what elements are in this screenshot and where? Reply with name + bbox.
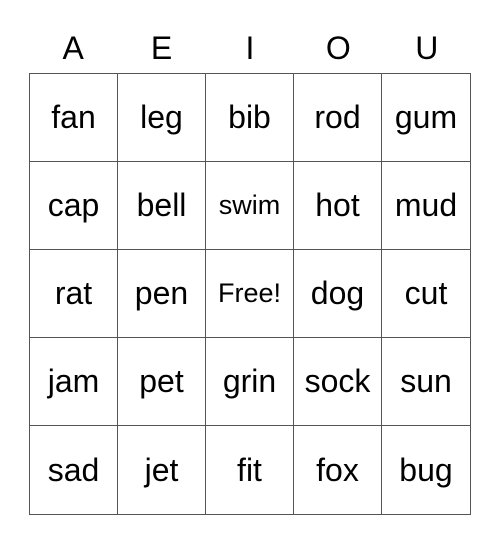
bingo-cell[interactable]: mud: [382, 162, 470, 250]
bingo-cell[interactable]: bib: [206, 74, 294, 162]
bingo-cell[interactable]: fox: [294, 426, 382, 514]
bingo-cell[interactable]: grin: [206, 338, 294, 426]
bingo-cell[interactable]: jet: [118, 426, 206, 514]
header-letter: I: [245, 30, 255, 66]
bingo-cell[interactable]: fit: [206, 426, 294, 514]
bingo-cell[interactable]: leg: [118, 74, 206, 162]
header-letter: O: [325, 30, 351, 66]
bingo-cell[interactable]: cap: [30, 162, 118, 250]
header-letter: U: [415, 30, 439, 66]
bingo-cell[interactable]: dog: [294, 250, 382, 338]
bingo-cell[interactable]: bug: [382, 426, 470, 514]
bingo-cell[interactable]: jam: [30, 338, 118, 426]
free-space-cell[interactable]: Free!: [206, 250, 294, 338]
bingo-cell[interactable]: swim: [206, 162, 294, 250]
bingo-cell[interactable]: pet: [118, 338, 206, 426]
header-letter: E: [150, 30, 173, 66]
bingo-cell[interactable]: sad: [30, 426, 118, 514]
column-header: AEIOU: [29, 28, 471, 68]
bingo-cell[interactable]: rod: [294, 74, 382, 162]
bingo-cell[interactable]: gum: [382, 74, 470, 162]
header-letter: A: [62, 30, 84, 66]
bingo-cell[interactable]: hot: [294, 162, 382, 250]
bingo-cell[interactable]: rat: [30, 250, 118, 338]
bingo-cell[interactable]: pen: [118, 250, 206, 338]
bingo-cell[interactable]: fan: [30, 74, 118, 162]
bingo-cell[interactable]: sock: [294, 338, 382, 426]
bingo-cell[interactable]: sun: [382, 338, 470, 426]
bingo-cell[interactable]: cut: [382, 250, 470, 338]
bingo-cell[interactable]: bell: [118, 162, 206, 250]
bingo-grid: fan leg bib rod gum cap bell swim hot mud rat pen Fr…: [29, 73, 471, 515]
